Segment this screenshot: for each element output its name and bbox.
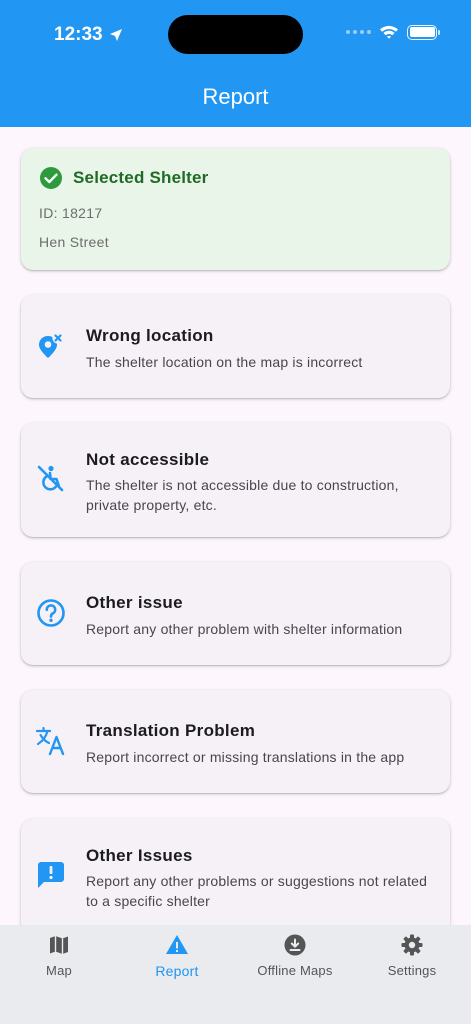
wrong-location-icon [39,332,64,358]
map-icon [50,936,68,954]
option-other-issues[interactable]: Other Issues Report any other problems o… [21,819,450,925]
option-description: The shelter location on the map is incor… [86,354,363,370]
translate-icon [35,726,65,756]
help-circle-icon [37,599,65,627]
option-wrong-location[interactable]: Wrong location The shelter location on t… [21,295,450,398]
nav-label: Settings [387,963,437,978]
status-time: 12:33 [54,24,124,46]
check-circle-icon [40,167,62,189]
option-description: Report incorrect or missing translations… [86,749,405,765]
battery-icon [407,24,440,40]
nav-item-report[interactable]: Report [118,933,236,979]
option-other-issue[interactable]: Other issue Report any other problem wit… [21,562,450,665]
option-title: Translation Problem [86,721,256,740]
option-title: Not accessible [86,450,210,469]
bottom-navigation: Map Report Offline Maps Settings [0,925,471,1024]
feedback-icon [38,862,64,888]
not-accessible-icon [37,465,64,492]
download-icon [284,934,306,956]
nav-label: Offline Maps [257,963,333,978]
selected-shelter-title: Selected Shelter [73,168,209,187]
selected-shelter-card: Selected Shelter ID: 18217 Hen Street [21,148,450,270]
option-translation-problem[interactable]: Translation Problem Report incorrect or … [21,690,450,793]
option-description: Report any other problems or suggestions… [86,873,428,909]
option-title: Other Issues [86,846,193,865]
option-not-accessible[interactable]: Not accessible The shelter is not access… [21,423,450,537]
system-icons [346,24,440,40]
report-content[interactable]: Selected Shelter ID: 18217 Hen Street Wr… [0,127,471,925]
dynamic-island [168,15,303,54]
status-bar: 12:33 [0,0,471,70]
nav-item-map[interactable]: Map [0,933,118,978]
option-title: Wrong location [86,326,214,345]
nav-item-offline-maps[interactable]: Offline Maps [236,933,354,978]
selected-shelter-header: Selected Shelter [39,166,208,190]
app-bar: 12:33 Report [0,0,471,127]
cellular-signal-icon [346,30,371,34]
wifi-icon [380,25,398,39]
option-description: Report any other problem with shelter in… [86,621,403,637]
nav-label: Report [155,963,199,979]
gear-icon [401,934,423,956]
shelter-id: ID: 18217 [39,205,103,221]
page-title: Report [202,84,269,109]
nav-item-settings[interactable]: Settings [353,933,471,978]
shelter-address: Hen Street [39,234,109,250]
option-description: The shelter is not accessible due to con… [86,477,399,513]
warning-icon [166,935,188,954]
nav-label: Map [46,963,72,978]
option-title: Other issue [86,593,183,612]
location-arrow-icon [109,29,122,41]
